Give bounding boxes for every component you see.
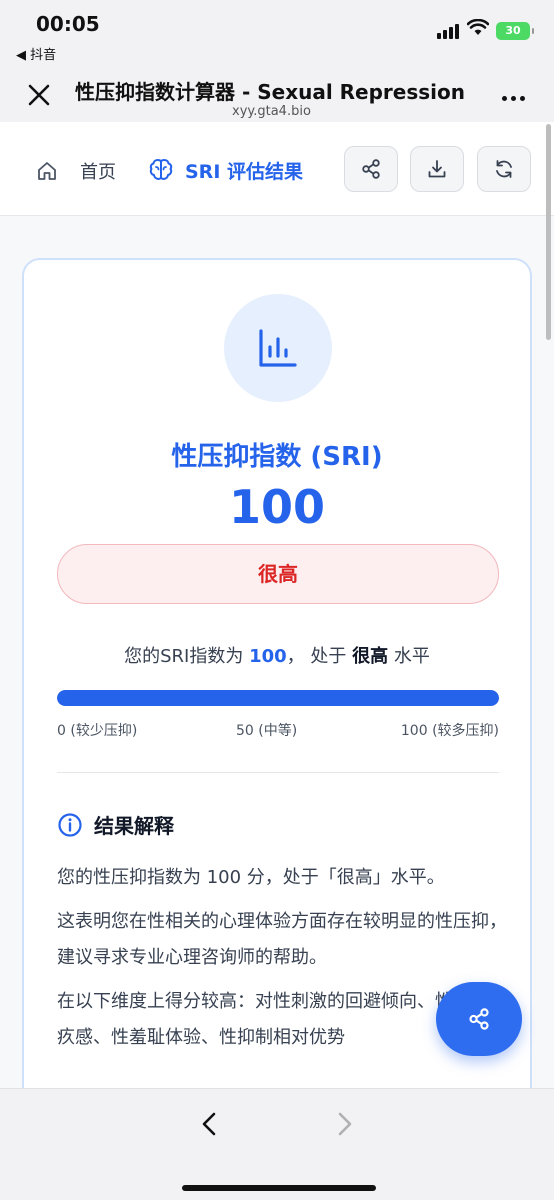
more-icon[interactable] (502, 88, 532, 108)
result-icon-circle (224, 294, 332, 402)
scrollbar[interactable] (546, 124, 551, 340)
level-badge: 很高 (57, 544, 499, 604)
scale-mid-label: 50 (中等) (236, 723, 298, 739)
share-icon (469, 1008, 489, 1030)
sri-progress-fill (57, 690, 499, 706)
sri-title: 性压抑指数 (SRI) (171, 442, 383, 472)
browser-header: ◀ 抖音 性压抑指数计算器 - Sexual Repression xyy.gt… (0, 40, 554, 122)
back-to-app-link[interactable]: ◀ 抖音 (16, 44, 56, 63)
download-button[interactable] (410, 146, 464, 192)
app-nav: 首页 SRI 评估结果 (0, 122, 554, 216)
interpretation-paragraph-2: 这表明您在性相关的心理体验方面存在较明显的性压抑，建议寻求专业心理咨询师的帮助。 (57, 911, 507, 968)
download-icon (428, 160, 446, 178)
brain-icon (149, 158, 173, 180)
home-indicator (182, 1185, 376, 1191)
summary-score: 100 (249, 646, 287, 667)
divider (57, 772, 499, 773)
page-url: xyy.gta4.bio (232, 104, 311, 119)
summary-mid: ， 处于 (286, 646, 347, 667)
chevron-right-icon[interactable] (332, 1109, 358, 1139)
nav-home-link[interactable]: 首页 (80, 158, 116, 184)
battery-indicator: 30 (496, 22, 534, 40)
floating-share-button[interactable] (436, 982, 522, 1056)
sri-progress-track (57, 690, 499, 706)
sri-summary: 您的SRI指数为 100， 处于 很高 水平 (24, 642, 530, 668)
status-bar: 00:05 30 (0, 0, 554, 40)
bar-chart-icon (259, 329, 297, 367)
status-time: 00:05 (36, 12, 100, 36)
summary-prefix: 您的SRI指数为 (124, 646, 244, 667)
share-icon (362, 159, 380, 179)
chevron-left-icon[interactable] (196, 1109, 222, 1139)
refresh-icon (496, 160, 512, 178)
summary-suffix: 水平 (393, 646, 430, 667)
info-icon (58, 813, 82, 837)
page-title: 性压抑指数计算器 - Sexual Repression (75, 80, 465, 104)
signal-icon (437, 24, 459, 39)
wifi-icon (467, 19, 489, 35)
sri-score: 100 (228, 480, 326, 534)
refresh-button[interactable] (477, 146, 531, 192)
summary-level: 很高 (352, 646, 389, 667)
home-icon[interactable] (36, 160, 58, 182)
scale-max-label: 100 (较多压抑) (400, 723, 499, 739)
scale-min-label: 0 (较少压抑) (57, 723, 138, 739)
share-button[interactable] (344, 146, 398, 192)
interpretation-paragraph-1: 您的性压抑指数为 100 分，处于「很高」水平。 (57, 867, 445, 888)
interpretation-title: 结果解释 (94, 814, 174, 838)
nav-result-label: SRI 评估结果 (185, 161, 303, 183)
close-icon[interactable] (24, 80, 54, 110)
bottom-toolbar (0, 1088, 554, 1200)
